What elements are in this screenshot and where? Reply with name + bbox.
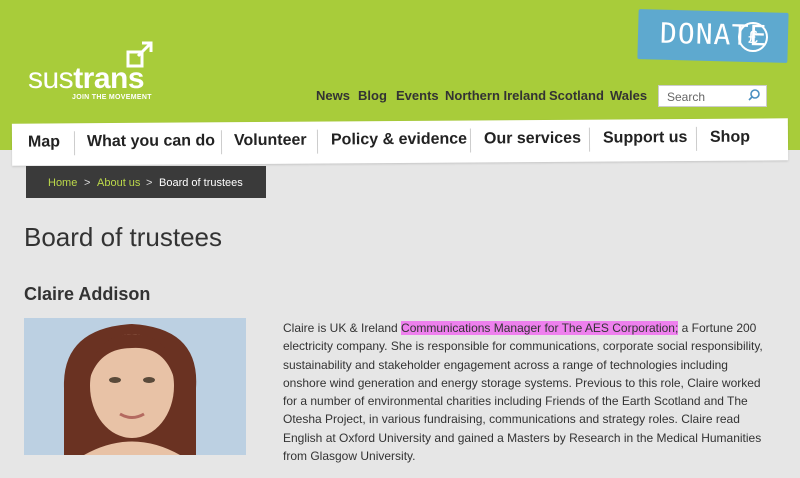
search-input[interactable]: Search — [658, 85, 767, 107]
nav-divider — [469, 128, 472, 153]
trustee-name: Claire Addison — [24, 284, 151, 304]
breadcrumb-separator: > — [146, 177, 153, 189]
breadcrumb-current: Board of trustees — [159, 177, 243, 189]
topnav-scotland[interactable]: Scotland — [549, 88, 604, 103]
topnav-wales[interactable]: Wales — [610, 88, 647, 103]
donate-button[interactable]: DONATE £ — [637, 9, 789, 63]
nav-divider — [220, 130, 223, 155]
page-title: Board of trustees — [24, 222, 222, 252]
bio-text-rest: a Fortune 200 electricity company. She i… — [283, 321, 763, 464]
mainnav-policy-evidence[interactable]: Policy & evidence — [331, 131, 467, 150]
topnav-blog[interactable]: Blog — [358, 88, 387, 103]
topnav-events[interactable]: Events — [396, 88, 439, 103]
main-nav: Map What you can do Volunteer Policy & e… — [11, 118, 789, 166]
mainnav-our-services[interactable]: Our services — [484, 130, 581, 149]
trustee-bio: Claire is UK & Ireland Communications Ma… — [283, 319, 773, 465]
nav-divider — [316, 129, 319, 154]
nav-divider — [695, 126, 698, 151]
breadcrumb-home[interactable]: Home — [48, 177, 77, 189]
nav-divider — [588, 127, 591, 152]
breadcrumb-separator: > — [84, 177, 91, 189]
mainnav-map[interactable]: Map — [28, 133, 60, 151]
portrait-image — [24, 318, 246, 455]
breadcrumb-about-us[interactable]: About us — [97, 177, 140, 189]
trustee-photo — [24, 318, 246, 455]
search-icon[interactable] — [747, 88, 761, 102]
topnav-northern-ireland[interactable]: Northern Ireland — [445, 88, 546, 103]
mainnav-support-us[interactable]: Support us — [603, 129, 688, 148]
bio-highlight: Communications Manager for The AES Corpo… — [401, 321, 679, 335]
topnav-news[interactable]: News — [316, 88, 350, 103]
logo-tagline: JOIN THE MOVEMENT — [72, 94, 152, 101]
search-placeholder: Search — [667, 90, 706, 104]
breadcrumb: Home > About us > Board of trustees — [26, 166, 266, 198]
mainnav-shop[interactable]: Shop — [710, 129, 750, 147]
mainnav-volunteer[interactable]: Volunteer — [234, 132, 307, 151]
mainnav-what-you-can-do[interactable]: What you can do — [87, 132, 215, 151]
logo-wordmark: sustrans — [28, 62, 145, 95]
nav-divider — [73, 131, 76, 156]
bio-text-start: Claire is UK & Ireland — [283, 321, 402, 335]
